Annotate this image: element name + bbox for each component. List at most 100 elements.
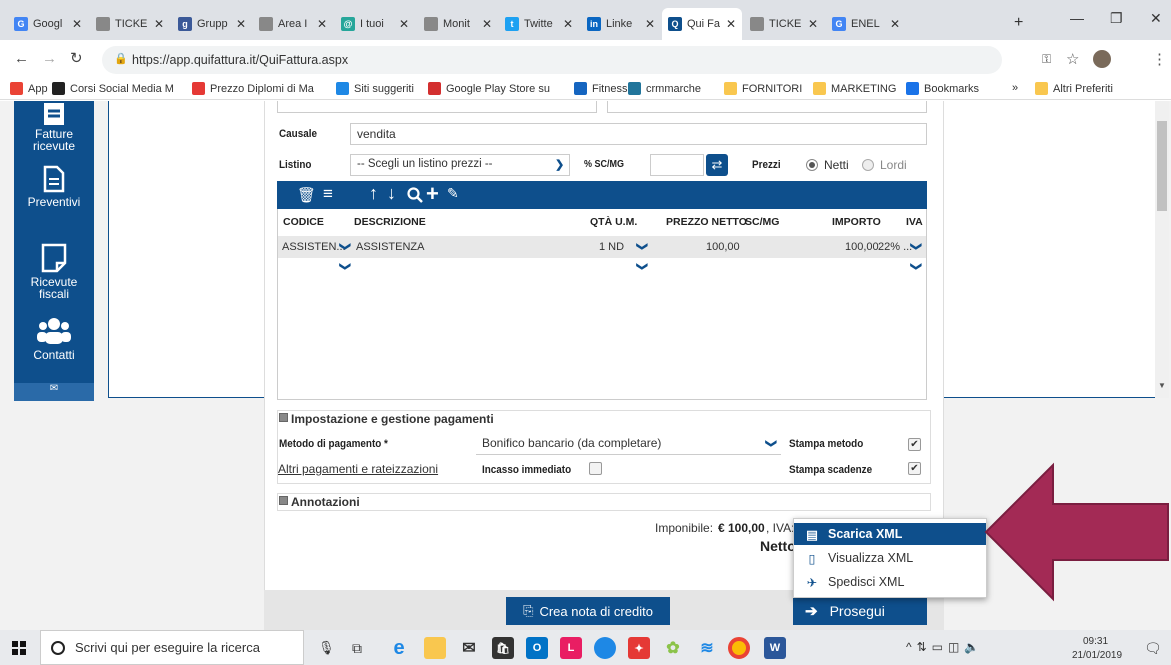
menu-icon[interactable]: ⋮ bbox=[1152, 50, 1167, 68]
app2-icon[interactable] bbox=[594, 637, 616, 659]
causale-input[interactable]: vendita bbox=[350, 123, 927, 145]
microphone-icon[interactable]: 🎙 bbox=[318, 640, 335, 656]
forward-icon[interactable]: → bbox=[42, 50, 57, 67]
browser-tab[interactable]: Area I ✕ bbox=[253, 8, 333, 40]
apply-discount-button[interactable]: ⇄ bbox=[706, 154, 728, 176]
browser-tab[interactable]: @ I tuoi ✕ bbox=[335, 8, 415, 40]
windows-start-icon[interactable] bbox=[12, 641, 26, 655]
chevron-down-icon[interactable]: ❯ bbox=[910, 242, 923, 251]
sidebar-next-item[interactable]: ✉ bbox=[14, 383, 94, 401]
close-tab-icon[interactable]: ✕ bbox=[482, 17, 492, 31]
bookmark-item[interactable]: Bookmarks bbox=[906, 82, 979, 95]
bookmark-item[interactable]: MARKETING bbox=[813, 82, 896, 95]
sidebar-item-preventivi[interactable]: Preventivi bbox=[14, 165, 94, 208]
radio-lordi[interactable] bbox=[862, 159, 874, 171]
chevron-down-icon[interactable]: ❯ bbox=[636, 262, 649, 271]
chevron-down-icon[interactable]: ❯ bbox=[339, 262, 352, 271]
altri-pagamenti-link[interactable]: Altri pagamenti e rateizzazioni bbox=[278, 462, 438, 476]
mail-icon[interactable]: ✉ bbox=[458, 637, 480, 659]
close-tab-icon[interactable]: ✕ bbox=[72, 17, 82, 31]
top-field-left[interactable] bbox=[277, 101, 597, 113]
metodo-select[interactable]: Bonifico bancario (da completare) bbox=[476, 433, 781, 455]
incasso-checkbox[interactable] bbox=[589, 462, 602, 475]
bookmark-item[interactable]: App bbox=[10, 82, 48, 95]
browser-tab[interactable]: Q Qui Fa ✕ bbox=[662, 8, 742, 40]
wifi-icon[interactable]: ≋ bbox=[696, 637, 718, 659]
word-icon[interactable]: W bbox=[764, 637, 786, 659]
cell-prezzo[interactable]: 100,00 bbox=[706, 241, 740, 253]
browser-tab[interactable]: g Grupp ✕ bbox=[172, 8, 252, 40]
app3-icon[interactable]: ✦ bbox=[628, 637, 650, 659]
close-tab-icon[interactable]: ✕ bbox=[563, 17, 573, 31]
cell-qta[interactable]: 1 ND bbox=[599, 241, 624, 253]
explorer-icon[interactable] bbox=[424, 637, 446, 659]
menu-item-visualizza-xml[interactable]: ▯ Visualizza XML bbox=[794, 547, 986, 569]
chevron-down-icon[interactable]: ❯ bbox=[555, 158, 564, 171]
store-icon[interactable]: 🛍 bbox=[492, 637, 514, 659]
chevron-down-icon[interactable]: ❯ bbox=[339, 242, 352, 251]
arrow-down-icon[interactable]: ↓ bbox=[387, 183, 396, 204]
chrome-icon[interactable] bbox=[728, 637, 750, 659]
minimize-icon[interactable]: — bbox=[1070, 10, 1084, 26]
edit-icon[interactable]: ✎ bbox=[447, 185, 459, 202]
close-tab-icon[interactable]: ✕ bbox=[154, 17, 164, 31]
bookmark-item[interactable]: FORNITORI bbox=[724, 82, 802, 95]
browser-tab[interactable]: t Twitte ✕ bbox=[499, 8, 579, 40]
sidebar-item-fatture-ricevute[interactable]: Fatture ricevute bbox=[14, 103, 94, 152]
notifications-icon[interactable]: 🗨 bbox=[1144, 640, 1162, 657]
sidebar-item-contatti[interactable]: Contatti bbox=[14, 316, 94, 361]
browser-tab[interactable]: TICKE ✕ bbox=[744, 8, 824, 40]
credit-note-button[interactable]: ⎘ Crea nota di credito bbox=[506, 597, 670, 625]
system-tray-icons[interactable]: ^⇅▭◫🔈 bbox=[906, 640, 984, 654]
arrow-up-icon[interactable]: ↑ bbox=[369, 183, 378, 204]
close-tab-icon[interactable]: ✕ bbox=[399, 17, 409, 31]
bookmark-item[interactable]: Prezzo Diplomi di Ma bbox=[192, 82, 314, 95]
stampa-scadenze-checkbox[interactable]: ✔ bbox=[908, 462, 921, 475]
browser-tab[interactable]: TICKE ✕ bbox=[90, 8, 170, 40]
close-tab-icon[interactable]: ✕ bbox=[890, 17, 900, 31]
cell-descrizione[interactable]: ASSISTENZA bbox=[356, 241, 424, 253]
scrollbar[interactable]: ▼ bbox=[1155, 101, 1169, 398]
key-icon[interactable]: ⚿ bbox=[1042, 52, 1051, 67]
reload-icon[interactable]: ↻ bbox=[70, 49, 83, 67]
proceed-button[interactable]: ➔ Prosegui bbox=[793, 597, 927, 625]
browser-tab[interactable]: G ENEL ✕ bbox=[826, 8, 906, 40]
close-tab-icon[interactable]: ✕ bbox=[726, 17, 736, 31]
chevron-down-icon[interactable]: ❯ bbox=[910, 262, 923, 271]
close-tab-icon[interactable]: ✕ bbox=[645, 17, 655, 31]
close-tab-icon[interactable]: ✕ bbox=[808, 17, 818, 31]
browser-tab[interactable]: G Googl ✕ bbox=[8, 8, 88, 40]
search-icon[interactable] bbox=[407, 187, 423, 203]
close-tab-icon[interactable]: ✕ bbox=[317, 17, 327, 31]
omnibox[interactable]: 🔒 https://app.quifattura.it/QuiFattura.a… bbox=[102, 46, 1002, 74]
bookmark-item[interactable]: Corsi Social Media M bbox=[52, 82, 174, 95]
cell-iva[interactable]: 22% ... bbox=[878, 241, 912, 253]
browser-tab[interactable]: Monit ✕ bbox=[418, 8, 498, 40]
bookmarks-more[interactable]: » bbox=[1012, 82, 1018, 94]
top-field-right[interactable] bbox=[607, 101, 927, 113]
bookmark-item[interactable]: crmmarche bbox=[628, 82, 701, 95]
taskbar-search[interactable]: Scrivi qui per eseguire la ricerca bbox=[40, 630, 304, 665]
new-tab-icon[interactable]: + bbox=[1014, 14, 1023, 32]
expand-icon[interactable] bbox=[279, 496, 288, 505]
app-icon[interactable]: L bbox=[560, 637, 582, 659]
trash-icon[interactable]: 🗑 bbox=[297, 186, 316, 204]
chevron-down-icon[interactable]: ❯ bbox=[636, 242, 649, 251]
restore-icon[interactable]: ❐ bbox=[1110, 10, 1123, 27]
cell-importo[interactable]: 100,00 bbox=[845, 241, 879, 253]
menu-item-spedisci-xml[interactable]: ✈ Spedisci XML bbox=[794, 571, 986, 593]
annotazioni-section[interactable] bbox=[277, 493, 931, 511]
star-icon[interactable]: ☆ bbox=[1066, 50, 1079, 68]
radio-netti[interactable] bbox=[806, 159, 818, 171]
cell-codice[interactable]: ASSISTEN... bbox=[282, 241, 346, 253]
paint-icon[interactable]: ✿ bbox=[662, 637, 684, 659]
bookmark-item[interactable]: Altri Preferiti bbox=[1035, 82, 1113, 95]
task-view-icon[interactable]: ⧉ bbox=[352, 640, 362, 657]
bookmark-item[interactable]: Fitness bbox=[574, 82, 627, 95]
stampa-metodo-checkbox[interactable]: ✔ bbox=[908, 438, 921, 451]
list-icon[interactable]: ≡ bbox=[323, 184, 333, 204]
collapse-icon[interactable] bbox=[279, 413, 288, 422]
sc-input[interactable] bbox=[650, 154, 704, 176]
close-window-icon[interactable]: ✕ bbox=[1150, 10, 1162, 27]
edge-icon[interactable]: e bbox=[388, 637, 410, 659]
